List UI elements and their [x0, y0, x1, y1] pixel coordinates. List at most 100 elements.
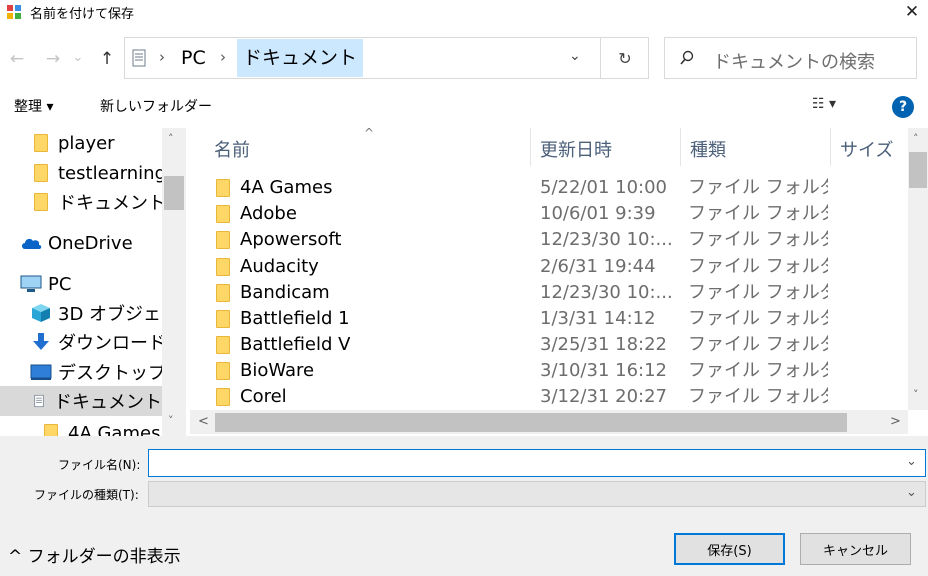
sidebar-item-4a-games[interactable]: 4A Games [44, 418, 160, 436]
navigation-pane: player testlearning ドキュメント OneDrive PC 3… [0, 128, 186, 436]
sidebar-item-player[interactable]: player [34, 128, 115, 158]
sidebar-item-testlearning[interactable]: testlearning [34, 158, 166, 188]
table-row[interactable]: Adobe 10/6/01 9:39 ファイル フォルダ... [190, 201, 908, 227]
scroll-right-icon[interactable]: > [890, 414, 901, 429]
file-name: 4A Games [240, 177, 333, 198]
table-row[interactable]: Corel 3/12/31 20:27 ファイル フォルダ... [190, 384, 908, 410]
table-row[interactable]: BioWare 3/10/31 16:12 ファイル フォルダ... [190, 358, 908, 384]
cloud-icon [22, 238, 42, 249]
chevron-down-icon[interactable]: ⌄ [569, 48, 581, 64]
close-button[interactable]: ✕ [896, 0, 928, 24]
table-row[interactable]: Battlefield 1 1/3/31 14:12 ファイル フォルダ... [190, 306, 908, 332]
hide-folders-button[interactable]: ^ フォルダーの非表示 [8, 542, 181, 567]
address-bar[interactable]: › PC › ドキュメント ⌄ ↻ [124, 37, 649, 79]
sidebar-item-label: OneDrive [48, 232, 133, 254]
cube-icon [32, 304, 50, 322]
scroll-up-icon[interactable]: ˄ [913, 132, 919, 145]
scroll-left-icon[interactable]: < [198, 414, 209, 429]
file-type: ファイル フォルダ... [688, 386, 828, 407]
breadcrumb-pc[interactable]: PC [181, 47, 206, 69]
folder-icon [216, 179, 230, 197]
filename-field[interactable] [148, 449, 926, 477]
filetype-label: ファイルの種類(T): [34, 488, 139, 502]
toolbar: 整理 ▾ 新しいフォルダー ☷ ▾ ? [0, 92, 928, 122]
organize-button[interactable]: 整理 ▾ [14, 96, 53, 116]
column-divider[interactable] [680, 128, 681, 166]
chevron-down-icon[interactable]: ⌄ [906, 454, 917, 469]
column-header-size[interactable]: サイズ [840, 136, 893, 162]
save-button[interactable]: 保存(S) [674, 533, 785, 565]
back-button[interactable]: ← [4, 44, 30, 74]
file-date: 5/22/01 10:00 [540, 177, 667, 198]
file-name: Battlefield 1 [240, 308, 350, 329]
folder-icon [34, 193, 48, 211]
computer-icon [20, 275, 42, 292]
sidebar-item-documents-onedrive[interactable]: ドキュメント [34, 187, 166, 217]
scroll-down-icon[interactable]: ˅ [913, 388, 919, 401]
scroll-down-icon[interactable]: ˅ [168, 414, 174, 427]
file-name: Corel [240, 386, 287, 407]
sidebar-item-label: ドキュメント [58, 193, 166, 214]
chevron-down-icon[interactable]: ⌄ [906, 485, 917, 500]
file-date: 10/6/01 9:39 [540, 203, 656, 224]
folder-icon [216, 362, 230, 380]
folder-icon [216, 231, 230, 249]
up-button[interactable]: ↑ [94, 44, 120, 74]
search-placeholder: ドキュメントの検索 [713, 52, 875, 73]
column-header-name[interactable]: 名前 [214, 136, 250, 162]
filetype-select[interactable] [148, 481, 926, 507]
sidebar-item-label: 4A Games [68, 422, 161, 437]
table-row[interactable]: 4A Games 5/22/01 10:00 ファイル フォルダ... [190, 175, 908, 201]
file-list: ^ 名前 更新日時 種類 サイズ 4A Games 5/22/01 10:00 … [190, 128, 908, 410]
file-date: 3/12/31 20:27 [540, 386, 667, 407]
sidebar-item-desktop[interactable]: デスクトップ [30, 357, 166, 387]
table-row[interactable]: Battlefield V 3/25/31 18:22 ファイル フォルダ... [190, 332, 908, 358]
sidebar-item-label: player [58, 132, 115, 154]
scroll-up-icon[interactable]: ˄ [168, 132, 174, 145]
download-icon [33, 333, 49, 350]
view-options-button[interactable]: ☷ ▾ [812, 96, 836, 112]
vertical-scroll-thumb[interactable] [909, 152, 927, 188]
table-row[interactable]: Audacity 2/6/31 19:44 ファイル フォルダ... [190, 254, 908, 280]
file-type: ファイル フォルダ... [688, 282, 828, 303]
chevron-right-icon[interactable]: › [220, 48, 226, 66]
file-type: ファイル フォルダ... [688, 177, 828, 198]
folder-icon [44, 424, 58, 436]
sidebar-item-onedrive[interactable]: OneDrive [20, 228, 133, 258]
title-bar: 名前を付けて保存 ✕ [0, 0, 928, 24]
sidebar-scrollbar[interactable]: ˄ ˅ [162, 128, 186, 436]
folder-icon [216, 205, 230, 223]
column-header-date[interactable]: 更新日時 [540, 136, 612, 162]
breadcrumb-documents[interactable]: ドキュメント [237, 39, 364, 77]
file-date: 2/6/31 19:44 [540, 256, 656, 277]
file-name: BioWare [240, 360, 315, 381]
file-type: ファイル フォルダ... [688, 308, 828, 329]
table-row[interactable]: Bandicam 12/23/30 10:... ファイル フォルダ... [190, 280, 908, 306]
cancel-button[interactable]: キャンセル [800, 533, 911, 565]
column-divider[interactable] [530, 128, 531, 166]
new-folder-button[interactable]: 新しいフォルダー [100, 96, 212, 116]
app-icon [7, 5, 21, 19]
table-row[interactable]: Apowersoft 12/23/30 10:... ファイル フォルダ... [190, 227, 908, 253]
sort-ascending-icon: ^ [364, 128, 375, 140]
file-type: ファイル フォルダ... [688, 203, 828, 224]
sidebar-item-downloads[interactable]: ダウンロード [30, 327, 166, 357]
folder-icon [34, 164, 48, 182]
horizontal-scroll-thumb[interactable] [215, 413, 847, 432]
sidebar-scroll-thumb[interactable] [164, 176, 184, 210]
search-input[interactable]: ドキュメントの検索 [664, 37, 917, 79]
column-header-type[interactable]: 種類 [690, 136, 726, 162]
sidebar-item-pc[interactable]: PC [20, 269, 71, 299]
document-icon [132, 49, 146, 67]
file-type: ファイル フォルダ... [688, 360, 828, 381]
file-name: Bandicam [240, 282, 330, 303]
recent-locations-button[interactable]: ⌄ [70, 42, 86, 72]
refresh-button[interactable]: ↻ [601, 38, 649, 78]
column-divider[interactable] [830, 128, 831, 166]
sidebar-item-label: PC [48, 273, 72, 295]
file-name: Adobe [240, 203, 297, 224]
file-type: ファイル フォルダ... [688, 229, 828, 250]
sidebar-item-documents[interactable]: ドキュメント [0, 386, 162, 416]
forward-button[interactable]: → [40, 44, 66, 74]
help-button[interactable]: ? [892, 96, 914, 118]
